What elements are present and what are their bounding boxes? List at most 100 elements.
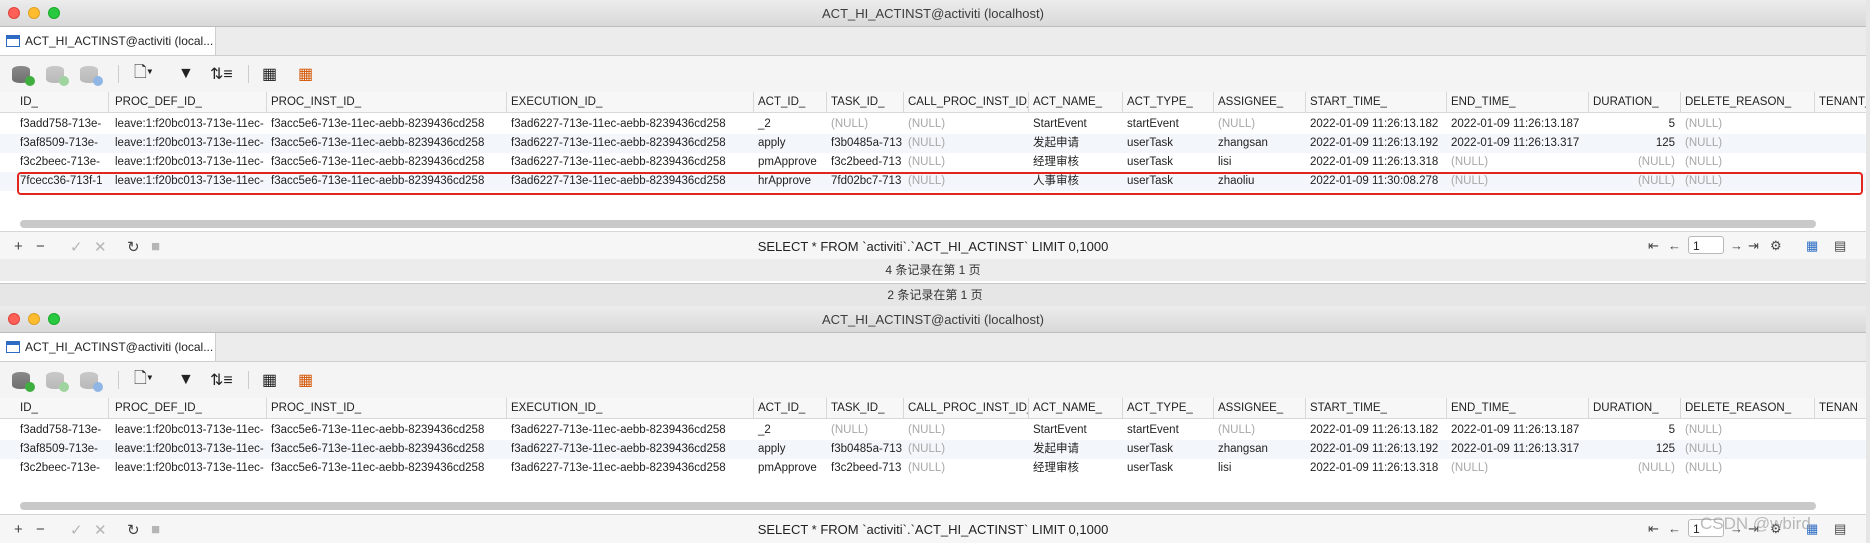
column-header[interactable]: DURATION_ bbox=[1589, 92, 1681, 112]
table-cell[interactable]: (NULL) bbox=[1589, 172, 1681, 191]
horizontal-scrollbar[interactable] bbox=[20, 220, 1816, 228]
table-cell[interactable]: userTask bbox=[1123, 172, 1214, 191]
table-row[interactable]: f3af8509-713e-leave:1:f20bc013-713e-11ec… bbox=[0, 134, 1866, 153]
table-cell[interactable]: userTask bbox=[1123, 134, 1214, 153]
column-header[interactable]: ACT_NAME_ bbox=[1029, 398, 1123, 418]
column-header[interactable]: ID_ bbox=[16, 398, 109, 418]
table-cell[interactable]: (NULL) bbox=[904, 421, 1029, 440]
table-cell[interactable]: f3ad6227-713e-11ec-aebb-8239436cd258 bbox=[507, 134, 754, 153]
table-cell[interactable]: (NULL) bbox=[904, 115, 1029, 134]
sort-icon[interactable]: ⇅≡ bbox=[210, 370, 233, 390]
table-cell[interactable]: 2022-01-09 11:26:13.187 bbox=[1447, 421, 1589, 440]
table-row[interactable]: f3add758-713e-leave:1:f20bc013-713e-11ec… bbox=[0, 115, 1866, 134]
column-header[interactable]: DURATION_ bbox=[1589, 398, 1681, 418]
table-row[interactable]: f3add758-713e-leave:1:f20bc013-713e-11ec… bbox=[0, 421, 1866, 440]
filter-icon[interactable]: ▼ bbox=[178, 64, 194, 84]
table-cell[interactable]: (NULL) bbox=[1214, 115, 1306, 134]
table-cell[interactable] bbox=[1815, 421, 1866, 440]
table-cell[interactable]: (NULL) bbox=[904, 172, 1029, 191]
column-header[interactable]: ACT_ID_ bbox=[754, 398, 827, 418]
prev-page-icon[interactable]: ← bbox=[1668, 238, 1681, 253]
table-cell[interactable]: lisi bbox=[1214, 153, 1306, 172]
table-cell[interactable]: pmApprove bbox=[754, 459, 827, 478]
db-commit-icon[interactable] bbox=[46, 64, 69, 86]
column-header[interactable]: PROC_DEF_ID_ bbox=[111, 398, 267, 418]
table-cell[interactable]: (NULL) bbox=[1589, 153, 1681, 172]
column-header[interactable]: PROC_INST_ID_ bbox=[267, 398, 507, 418]
table-cell[interactable]: (NULL) bbox=[1589, 459, 1681, 478]
db-add-icon[interactable] bbox=[12, 64, 35, 86]
table-cell[interactable]: f3ad6227-713e-11ec-aebb-8239436cd258 bbox=[507, 459, 754, 478]
column-header[interactable]: ACT_NAME_ bbox=[1029, 92, 1123, 112]
grid-view-icon[interactable]: ▦ bbox=[1806, 238, 1818, 254]
table-cell[interactable]: 2022-01-09 11:26:13.317 bbox=[1447, 134, 1589, 153]
document-icon[interactable]: 🗋▾ bbox=[134, 370, 153, 390]
table-cell[interactable]: 5 bbox=[1589, 115, 1681, 134]
table-cell[interactable]: f3ad6227-713e-11ec-aebb-8239436cd258 bbox=[507, 172, 754, 191]
tab-table[interactable]: ACT_HI_ACTINST@activiti (local... bbox=[0, 27, 216, 55]
filter-icon[interactable]: ▼ bbox=[178, 370, 194, 390]
table-cell[interactable]: 2022-01-09 11:26:13.187 bbox=[1447, 115, 1589, 134]
table-cell[interactable]: leave:1:f20bc013-713e-11ec- bbox=[111, 459, 267, 478]
table-cell[interactable]: f3add758-713e- bbox=[16, 421, 109, 440]
table-row[interactable]: f3c2beec-713e-leave:1:f20bc013-713e-11ec… bbox=[0, 153, 1866, 172]
grid-import-icon[interactable]: ▦ bbox=[298, 64, 313, 84]
table-cell[interactable]: f3c2beed-713 bbox=[827, 459, 904, 478]
column-header[interactable]: TENAN bbox=[1815, 398, 1866, 418]
table-cell[interactable]: (NULL) bbox=[904, 459, 1029, 478]
first-page-icon[interactable]: ⇤ bbox=[1648, 238, 1659, 254]
table-cell[interactable]: 2022-01-09 11:26:13.318 bbox=[1306, 459, 1447, 478]
table-cell[interactable]: f3ad6227-713e-11ec-aebb-8239436cd258 bbox=[507, 115, 754, 134]
column-header[interactable]: PROC_DEF_ID_ bbox=[111, 92, 267, 112]
table-cell[interactable]: userTask bbox=[1123, 459, 1214, 478]
table-cell[interactable]: 经理审核 bbox=[1029, 459, 1123, 478]
table-cell[interactable]: hrApprove bbox=[754, 172, 827, 191]
column-header[interactable]: ASSIGNEE_ bbox=[1214, 92, 1306, 112]
first-page-icon[interactable]: ⇤ bbox=[1648, 521, 1659, 537]
table-cell[interactable]: (NULL) bbox=[1681, 459, 1815, 478]
column-header[interactable]: ACT_TYPE_ bbox=[1123, 92, 1214, 112]
table-cell[interactable] bbox=[1815, 134, 1866, 153]
column-header[interactable]: ASSIGNEE_ bbox=[1214, 398, 1306, 418]
form-view-icon[interactable]: ▤ bbox=[1834, 238, 1846, 254]
table-cell[interactable]: f3acc5e6-713e-11ec-aebb-8239436cd258 bbox=[267, 134, 507, 153]
table-cell[interactable]: (NULL) bbox=[904, 440, 1029, 459]
table-cell[interactable]: userTask bbox=[1123, 440, 1214, 459]
column-header[interactable]: START_TIME_ bbox=[1306, 92, 1447, 112]
table-cell[interactable]: f3b0485a-713 bbox=[827, 134, 904, 153]
column-header[interactable]: END_TIME_ bbox=[1447, 92, 1589, 112]
table-cell[interactable]: 2022-01-09 11:26:13.192 bbox=[1306, 440, 1447, 459]
table-cell[interactable] bbox=[1815, 440, 1866, 459]
table-cell[interactable]: (NULL) bbox=[1681, 440, 1815, 459]
table-cell[interactable]: lisi bbox=[1214, 459, 1306, 478]
gear-icon[interactable]: ⚙ bbox=[1770, 238, 1782, 254]
table-cell[interactable]: 7fd02bc7-713 bbox=[827, 172, 904, 191]
column-header[interactable]: DELETE_REASON_ bbox=[1681, 92, 1815, 112]
table-cell[interactable] bbox=[1815, 153, 1866, 172]
window-titlebar[interactable]: ACT_HI_ACTINST@activiti (localhost) bbox=[0, 0, 1866, 27]
column-header[interactable]: EXECUTION_ID_ bbox=[507, 398, 754, 418]
table-cell[interactable]: f3af8509-713e- bbox=[16, 134, 109, 153]
table-cell[interactable] bbox=[1815, 459, 1866, 478]
column-header[interactable]: TENANT_ bbox=[1815, 92, 1866, 112]
column-header[interactable]: CALL_PROC_INST_ID_ bbox=[904, 398, 1029, 418]
table-cell[interactable] bbox=[1815, 172, 1866, 191]
table-cell[interactable]: (NULL) bbox=[1681, 421, 1815, 440]
table-cell[interactable]: leave:1:f20bc013-713e-11ec- bbox=[111, 172, 267, 191]
tab-table[interactable]: ACT_HI_ACTINST@activiti (local... bbox=[0, 333, 216, 361]
table-cell[interactable]: 5 bbox=[1589, 421, 1681, 440]
table-cell[interactable]: (NULL) bbox=[1214, 421, 1306, 440]
table-cell[interactable]: f3acc5e6-713e-11ec-aebb-8239436cd258 bbox=[267, 440, 507, 459]
table-cell[interactable]: f3ad6227-713e-11ec-aebb-8239436cd258 bbox=[507, 153, 754, 172]
table-cell[interactable]: f3ad6227-713e-11ec-aebb-8239436cd258 bbox=[507, 440, 754, 459]
document-icon[interactable]: 🗋▾ bbox=[134, 64, 153, 84]
last-page-icon[interactable]: ⇥ bbox=[1748, 238, 1759, 254]
table-cell[interactable]: (NULL) bbox=[904, 134, 1029, 153]
column-header[interactable]: EXECUTION_ID_ bbox=[507, 92, 754, 112]
table-cell[interactable]: (NULL) bbox=[1681, 115, 1815, 134]
table-cell[interactable]: f3c2beec-713e- bbox=[16, 153, 109, 172]
table-cell[interactable]: f3ad6227-713e-11ec-aebb-8239436cd258 bbox=[507, 421, 754, 440]
column-header[interactable]: CALL_PROC_INST_ID_ bbox=[904, 92, 1029, 112]
table-cell[interactable] bbox=[1815, 115, 1866, 134]
column-header[interactable]: END_TIME_ bbox=[1447, 398, 1589, 418]
